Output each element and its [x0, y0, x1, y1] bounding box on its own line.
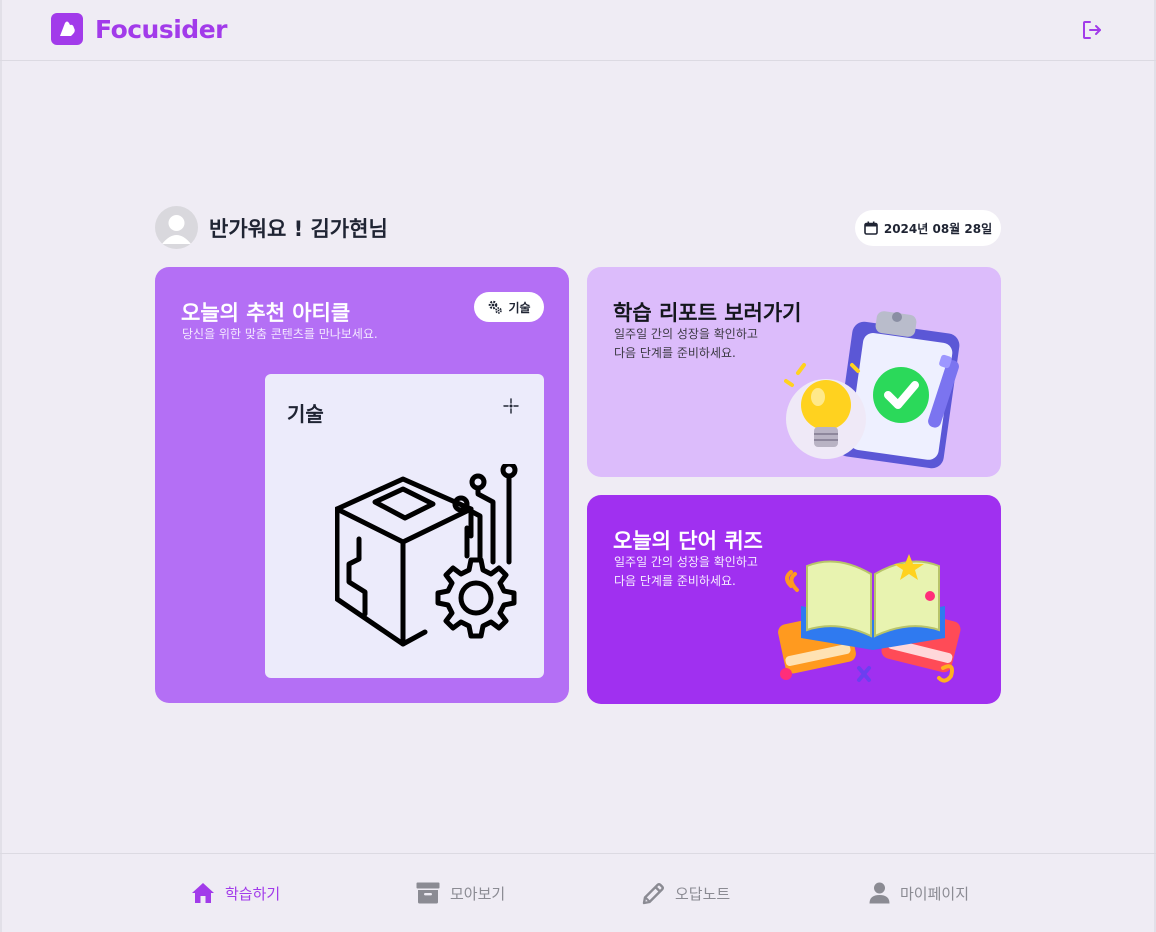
nav-item-learn[interactable]: 학습하기: [191, 882, 280, 904]
quiz-card-subtitle-1: 일주일 간의 성장을 확인하고: [614, 555, 758, 569]
article-preview[interactable]: 기술: [265, 374, 544, 678]
logout-icon[interactable]: [1080, 18, 1104, 42]
calendar-icon: [864, 221, 878, 235]
article-preview-title: 기술: [287, 402, 324, 426]
report-card-subtitle-2: 다음 단계를 준비하세요.: [614, 346, 736, 360]
report-card-title: 학습 리포트 보러가기: [613, 301, 802, 325]
pencil-icon: [642, 883, 664, 905]
date-badge: 2024년 08월 28일: [855, 210, 1001, 246]
nav-item-collection[interactable]: 모아보기: [416, 882, 505, 904]
home-icon: [192, 883, 214, 903]
gears-icon: [489, 300, 503, 314]
archive-icon: [416, 882, 440, 904]
clipboard-checkmark-illustration: [784, 311, 960, 469]
category-tag-button[interactable]: 기술: [474, 292, 544, 322]
avatar[interactable]: [155, 206, 198, 249]
logo-mark-icon: [51, 13, 83, 45]
brand-logo[interactable]: Focusider: [51, 13, 228, 45]
user-icon: [869, 882, 890, 904]
article-card-subtitle: 당신을 위한 맞춤 콘텐츠를 만나보세요.: [182, 327, 378, 341]
quiz-card-subtitle-2: 다음 단계를 준비하세요.: [614, 574, 736, 588]
report-card-subtitle-1: 일주일 간의 성장을 확인하고: [614, 327, 758, 341]
learning-report-card[interactable]: 학습 리포트 보러가기 일주일 간의 성장을 확인하고 다음 단계를 준비하세요…: [587, 267, 1001, 477]
open-books-illustration: [778, 554, 961, 683]
quiz-card-title: 오늘의 단어 퀴즈: [613, 529, 763, 553]
bottom-navigation: 학습하기 모아보기 오답노트 마이페이지: [0, 853, 1156, 932]
nav-label-mypage: 마이페이지: [900, 884, 970, 903]
nav-item-wrong-answers[interactable]: 오답노트: [642, 882, 730, 905]
technology-cube-gear-icon: [334, 461, 519, 658]
article-card[interactable]: 오늘의 추천 아티클 당신을 위한 맞춤 콘텐츠를 만나보세요. 기술 기술: [155, 267, 569, 703]
word-quiz-card[interactable]: 오늘의 단어 퀴즈 일주일 간의 성장을 확인하고 다음 단계를 준비하세요.: [587, 495, 1001, 704]
greeting-text: 반가워요 ! 김가현님: [209, 217, 388, 241]
nav-label-wrong-answers: 오답노트: [675, 885, 731, 903]
category-tag-label: 기술: [508, 300, 531, 315]
frame-border-left: [0, 0, 2, 932]
nav-item-mypage[interactable]: 마이페이지: [869, 882, 969, 904]
expand-icon[interactable]: [503, 398, 519, 414]
brand-name: Focusider: [95, 14, 228, 44]
nav-label-learn: 학습하기: [225, 884, 281, 903]
article-card-title: 오늘의 추천 아티클: [181, 301, 351, 325]
top-bar: Focusider: [0, 0, 1156, 61]
date-text: 2024년 08월 28일: [883, 221, 993, 236]
nav-label-collection: 모아보기: [450, 884, 506, 903]
